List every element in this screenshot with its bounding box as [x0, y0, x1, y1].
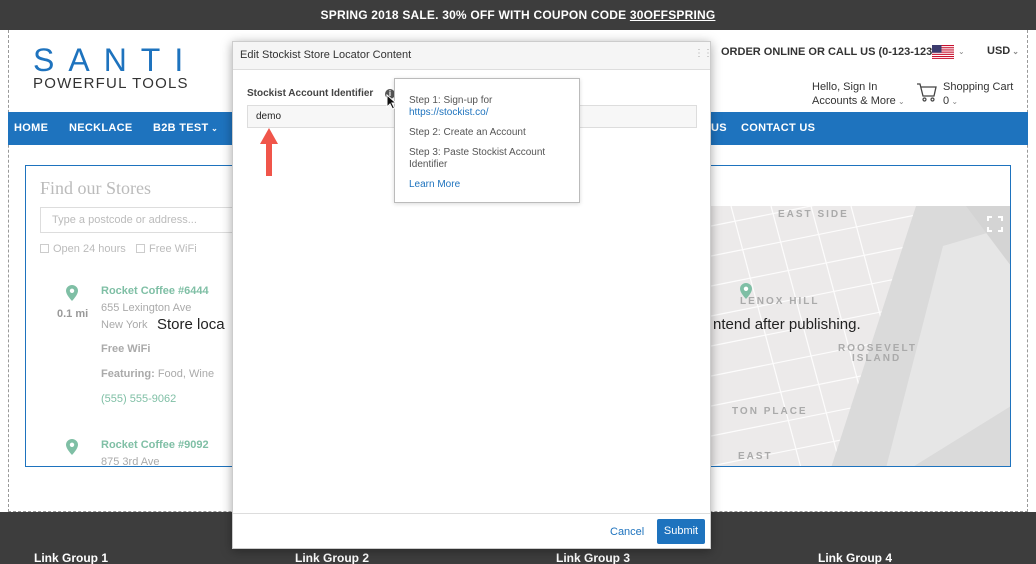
- annotation-arrow-icon: [260, 128, 278, 176]
- logo[interactable]: SANTI POWERFUL TOOLS: [33, 44, 197, 92]
- nav-item-b2b-test-label: B2B TEST: [153, 122, 209, 134]
- map-streets: [711, 206, 1010, 466]
- currency-selector[interactable]: USD ⌄: [987, 45, 1019, 57]
- footer-link-group: Link Group 1: [34, 551, 109, 564]
- order-phone-text: ORDER ONLINE OR CALL US (0-123-1234): [721, 46, 943, 58]
- filter-open-label: Open 24 hours: [53, 243, 126, 255]
- mouse-cursor-icon: [386, 94, 398, 110]
- info-tooltip: Step 1: Sign-up for https://stockist.co/…: [394, 78, 580, 203]
- tooltip-step-1-text: Step 1: Sign-up for: [409, 95, 493, 106]
- nav-item-contact-us[interactable]: CONTACT US: [741, 112, 815, 145]
- map-label: ISLAND: [852, 353, 902, 364]
- account-menu[interactable]: Hello, Sign In Accounts & More ⌄: [812, 80, 905, 109]
- filter-wifi-label: Free WiFi: [149, 243, 197, 255]
- map-pin-icon[interactable]: [740, 283, 752, 299]
- map-label: EAST SIDE: [778, 209, 849, 220]
- store-featuring-value: Food, Wine: [154, 368, 215, 380]
- tooltip-step-1: Step 1: Sign-up for https://stockist.co/: [409, 95, 565, 119]
- edit-outline-left: [8, 30, 9, 512]
- modal-footer-divider: [233, 513, 710, 514]
- promo-text: SPRING 2018 SALE. 30% OFF WITH COUPON CO…: [320, 8, 630, 22]
- store-address-line1: 655 Lexington Ave: [101, 302, 192, 314]
- promo-code-link[interactable]: 30OFFSPRING: [630, 8, 716, 22]
- modal-header[interactable]: Edit Stockist Store Locator Content ⋮⋮: [233, 42, 713, 70]
- map-pin-icon: [66, 439, 78, 455]
- account-more-label: Accounts & More: [812, 95, 896, 107]
- stockist-id-label: Stockist Account Identifier: [247, 88, 374, 99]
- cart-icon[interactable]: [916, 81, 938, 103]
- store-featuring-label: Featuring:: [101, 368, 155, 380]
- shopping-cart[interactable]: Shopping Cart 0 ⌄: [943, 80, 1013, 109]
- nav-item-home[interactable]: HOME: [14, 112, 48, 145]
- checkbox-icon: [136, 244, 145, 253]
- nav-item-necklace[interactable]: NECKLACE: [69, 112, 133, 145]
- stockist-signup-link[interactable]: https://stockist.co/: [409, 107, 565, 119]
- chevron-down-icon: ⌄: [208, 124, 219, 133]
- store-name[interactable]: Rocket Coffee #6444: [101, 285, 209, 297]
- logo-wordmark: SANTI: [33, 42, 198, 78]
- chevron-down-icon[interactable]: ⌄: [958, 47, 965, 56]
- preview-notice-right: ntend after publishing.: [713, 316, 861, 333]
- map-pin-icon: [66, 285, 78, 301]
- nav-item-b2b-test[interactable]: B2B TEST ⌄: [153, 112, 218, 145]
- nav-item-about-us[interactable]: US: [711, 112, 727, 145]
- learn-more-link[interactable]: Learn More: [409, 179, 565, 191]
- store-amenity: Free WiFi: [101, 343, 151, 355]
- map-label: EAST: [738, 451, 773, 462]
- store-search-input[interactable]: Type a postcode or address...: [40, 207, 240, 233]
- store-name[interactable]: Rocket Coffee #9092: [101, 439, 209, 451]
- currency-label: USD: [987, 45, 1011, 57]
- store-distance: 0.1 mi: [57, 308, 89, 320]
- checkbox-icon: [40, 244, 49, 253]
- modal-title: Edit Stockist Store Locator Content: [240, 49, 412, 61]
- fullscreen-icon[interactable]: [987, 216, 1003, 232]
- footer-link-group: Link Group 2: [295, 551, 370, 564]
- cancel-button[interactable]: Cancel: [610, 526, 644, 538]
- footer-link-group: Link Group 3: [556, 551, 631, 564]
- tooltip-step-2: Step 2: Create an Account: [409, 127, 526, 138]
- submit-button[interactable]: Submit: [657, 519, 705, 544]
- map-label: TON PLACE: [732, 406, 808, 417]
- footer-link-group: Link Group 4: [818, 551, 893, 564]
- chevron-down-icon: ⌄: [1012, 47, 1019, 56]
- filter-open-24-hours[interactable]: Open 24 hours: [40, 243, 126, 255]
- preview-notice-left: Store loca: [157, 316, 225, 333]
- us-flag-icon[interactable]: [932, 45, 954, 59]
- store-address-line1: 875 3rd Ave: [101, 456, 160, 467]
- store-locator-title: Find our Stores: [40, 178, 152, 198]
- logo-tagline: POWERFUL TOOLS: [33, 75, 189, 92]
- promo-bar: SPRING 2018 SALE. 30% OFF WITH COUPON CO…: [0, 0, 1036, 30]
- store-phone[interactable]: (555) 555-9062: [101, 393, 176, 405]
- account-greeting: Hello, Sign In: [812, 81, 878, 93]
- store-address-line2: New York: [101, 319, 148, 331]
- cart-label: Shopping Cart: [943, 81, 1014, 93]
- store-map[interactable]: EAST SIDE LENOX HILL ROOSEVELT ISLAND TO…: [711, 206, 1010, 466]
- edit-outline-right: [1027, 30, 1028, 512]
- chevron-down-icon: ⌄: [949, 97, 959, 106]
- drag-handle-icon[interactable]: ⋮⋮: [694, 48, 713, 59]
- store-featuring: Featuring: Food, Wine: [101, 368, 214, 380]
- tooltip-step-3: Step 3: Paste Stockist Account Identifie…: [409, 147, 546, 170]
- chevron-down-icon: ⌄: [895, 97, 905, 106]
- filter-free-wifi[interactable]: Free WiFi: [136, 243, 197, 255]
